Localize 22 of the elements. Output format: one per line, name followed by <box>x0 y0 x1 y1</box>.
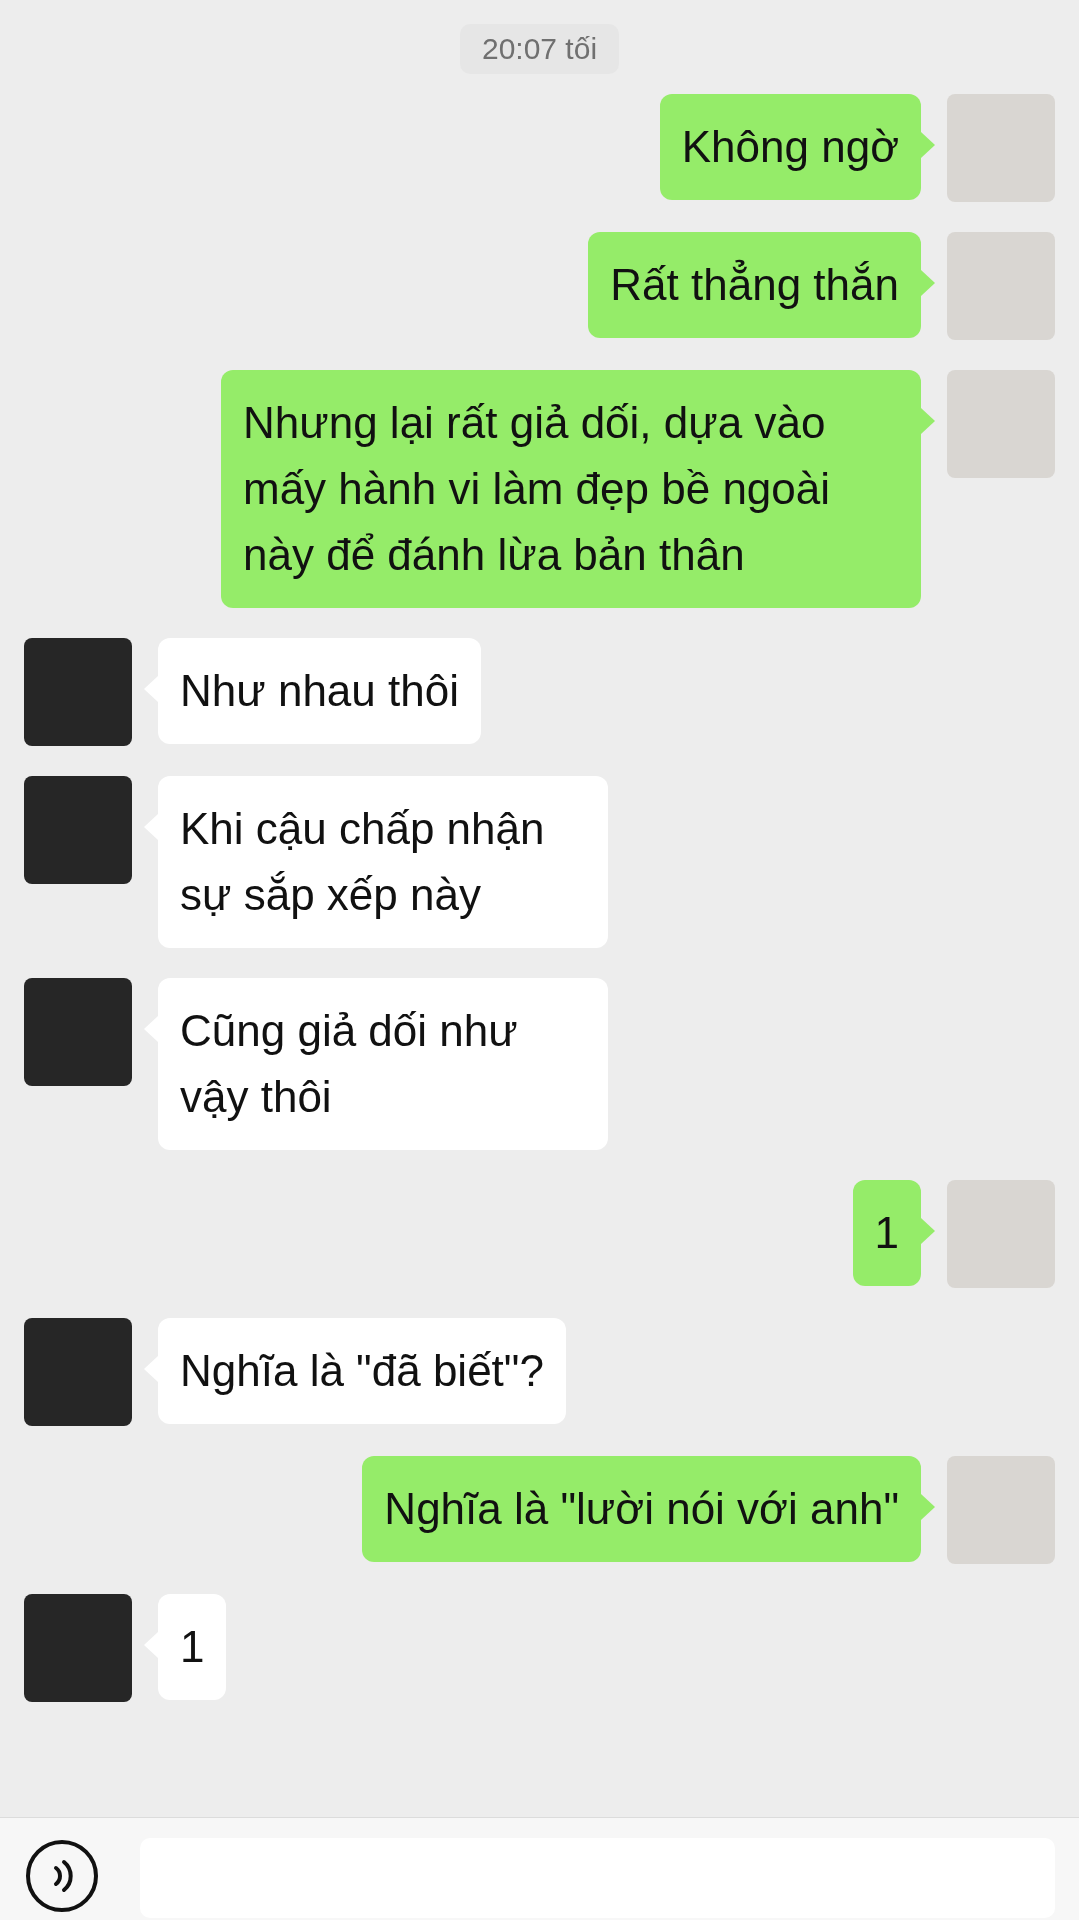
message-bubble: Nghĩa là "đã biết"? <box>158 1318 566 1424</box>
message-bubble: Như nhau thôi <box>158 638 481 744</box>
avatar-photo-placeholder[interactable] <box>24 638 132 746</box>
avatar-photo-placeholder[interactable] <box>947 1180 1055 1288</box>
avatar-photo-placeholder[interactable] <box>24 978 132 1086</box>
timestamp: 20:07 tối <box>459 24 620 74</box>
avatar-photo-placeholder[interactable] <box>24 1318 132 1426</box>
avatar-photo-placeholder[interactable] <box>947 94 1055 202</box>
voice-icon[interactable] <box>24 1838 100 1914</box>
message-bubble: Nhưng lại rất giả dối, dựa vào mấy hành vi làm đẹp bề ngoài này để đánh lừa bản thân <box>221 370 921 608</box>
message-bubble: Rất thẳng thắn <box>588 232 921 338</box>
message-bubble: Không ngờ <box>659 94 921 200</box>
avatar-photo-placeholder[interactable] <box>947 1456 1055 1564</box>
message-bubble: Khi cậu chấp nhận sự sắp xếp này <box>158 776 608 948</box>
avatar-photo-placeholder[interactable] <box>947 370 1055 478</box>
message-bubble: Cũng giả dối như vậy thôi <box>158 978 608 1150</box>
message-bubble: 1 <box>852 1180 921 1286</box>
avatar-photo-placeholder[interactable] <box>947 232 1055 340</box>
message-bubble: Nghĩa là "lười nói với anh" <box>362 1456 921 1562</box>
avatar-photo-placeholder[interactable] <box>24 776 132 884</box>
avatar-photo-placeholder[interactable] <box>24 1594 132 1702</box>
message-bubble: 1 <box>158 1594 227 1700</box>
